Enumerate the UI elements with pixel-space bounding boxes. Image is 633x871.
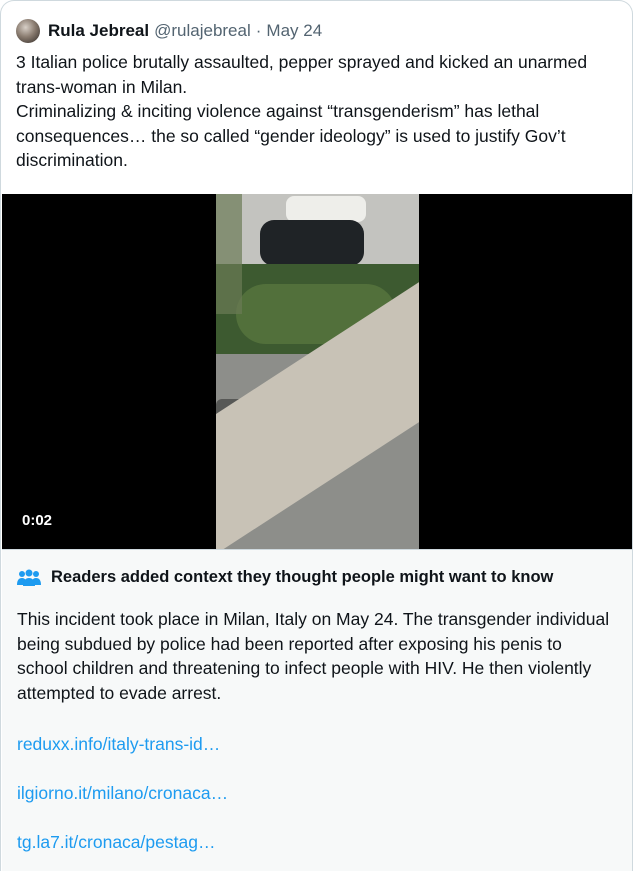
- community-note: Readers added context they thought peopl…: [2, 549, 632, 871]
- people-icon: [17, 569, 41, 586]
- community-note-body: This incident took place in Milan, Italy…: [17, 607, 617, 705]
- community-note-text: This incident took place in Milan, Italy…: [17, 609, 610, 703]
- tweet-date[interactable]: May 24: [266, 21, 322, 41]
- source-link[interactable]: reduxx.info/italy-trans-id…: [17, 734, 220, 755]
- author-name[interactable]: Rula Jebreal: [48, 21, 149, 41]
- avatar[interactable]: [16, 19, 40, 43]
- video-player[interactable]: 0:02: [2, 194, 632, 549]
- community-note-title: Readers added context they thought peopl…: [51, 568, 554, 586]
- community-note-header: Readers added context they thought peopl…: [17, 568, 553, 587]
- tweet-text-line: Criminalizing & inciting violence agains…: [16, 101, 566, 170]
- tweet-card[interactable]: Rula Jebreal @rulajebreal · May 24 3 Ita…: [0, 0, 633, 871]
- tweet-text-line: 3 Italian police brutally assaulted, pep…: [16, 52, 588, 97]
- tweet-header: Rula Jebreal @rulajebreal · May 24: [16, 19, 322, 43]
- video-thumbnail[interactable]: [216, 194, 419, 549]
- source-link[interactable]: ilgiorno.it/milano/cronaca…: [17, 783, 228, 804]
- video-timestamp: 0:02: [22, 512, 53, 529]
- source-link[interactable]: tg.la7.it/cronaca/pestag…: [17, 832, 215, 853]
- author-handle[interactable]: @rulajebreal: [154, 21, 251, 41]
- tweet-text: 3 Italian police brutally assaulted, pep…: [16, 50, 616, 173]
- separator-dot: ·: [255, 21, 262, 40]
